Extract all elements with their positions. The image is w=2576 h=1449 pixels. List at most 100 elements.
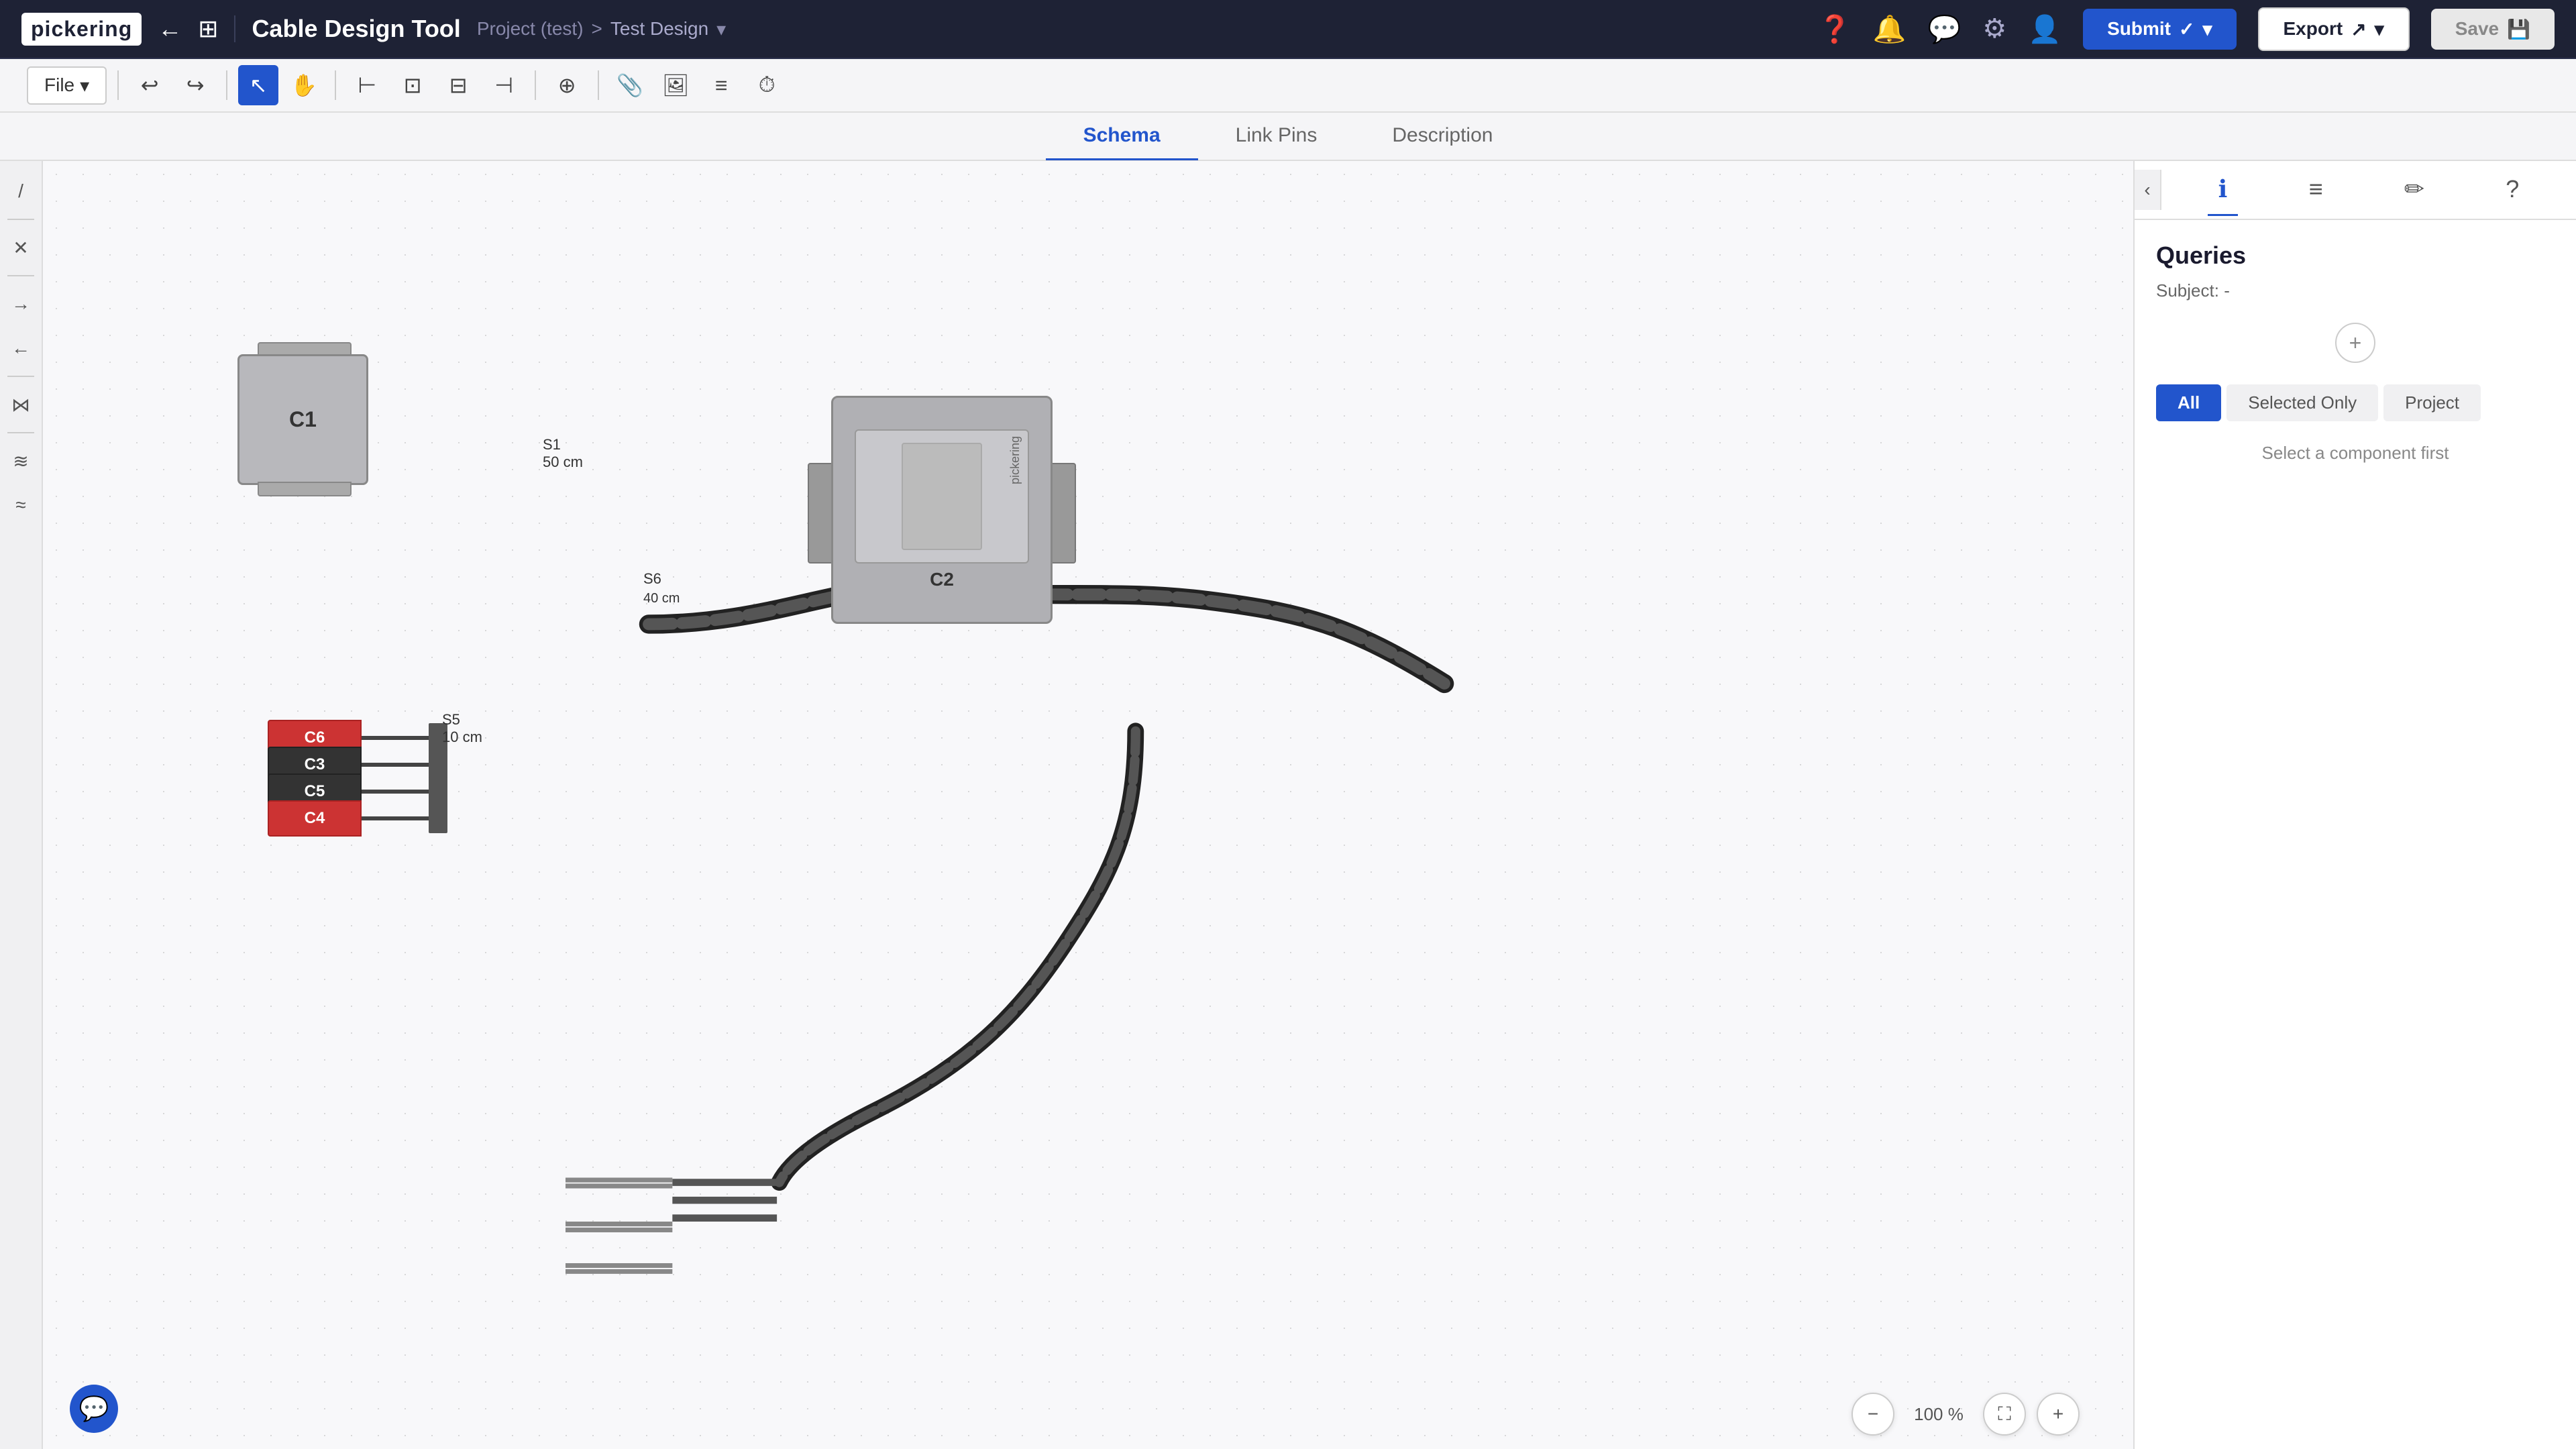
c4-label: C4	[305, 809, 325, 828]
panel-tab-help[interactable]: ?	[2495, 164, 2530, 216]
main-area: / ✕ → ← ⋈ ≋ ≈	[0, 161, 2576, 1449]
close-icon[interactable]: ✕	[4, 231, 38, 264]
logo[interactable]: pickering	[21, 13, 142, 46]
branch-icon[interactable]: ⋈	[4, 388, 38, 421]
export-arrow-icon: ↗	[2351, 18, 2366, 40]
fullscreen-button[interactable]: ⛶	[1983, 1393, 2026, 1436]
c2-label: C2	[930, 569, 954, 590]
component-c1[interactable]: C1	[237, 342, 372, 496]
panel-tab-edit[interactable]: ✏	[2394, 164, 2435, 216]
panel-title: Queries	[2156, 241, 2555, 270]
grid-button[interactable]: ⊞	[198, 15, 218, 43]
subject-label: Subject:	[2156, 280, 2219, 301]
pan-tool-button[interactable]: ✋	[284, 65, 324, 105]
c6-label: C6	[305, 729, 325, 747]
toolbar-separator-4	[535, 70, 536, 100]
left-sidebar: / ✕ → ← ⋈ ≋ ≈	[0, 161, 43, 1449]
c3-label: C3	[305, 755, 325, 774]
zoom-out-button[interactable]: −	[1851, 1393, 1894, 1436]
cable-s6-label: S6	[643, 570, 661, 588]
layers-icon[interactable]: ≡	[701, 65, 741, 105]
chat-icon[interactable]: 💬	[1928, 13, 1962, 45]
breadcrumb-design[interactable]: Test Design	[610, 18, 708, 40]
toolbar-separator-3	[335, 70, 336, 100]
sidebar-separator-3	[7, 376, 34, 377]
add-query-button[interactable]: +	[2335, 323, 2375, 363]
panel-header: ‹ ℹ ≡ ✏ ?	[2135, 161, 2576, 220]
file-chevron-icon: ▾	[80, 74, 89, 97]
right-panel: ‹ ℹ ≡ ✏ ? Queries Subject: - + All Selec…	[2133, 161, 2576, 1449]
save-button[interactable]: Save 💾	[2431, 9, 2555, 50]
breadcrumb-chevron-icon: ▾	[716, 18, 726, 40]
query-tabs: All Selected Only Project	[2156, 384, 2555, 421]
panel-hint: Select a component first	[2156, 443, 2555, 464]
tab-schema[interactable]: Schema	[1046, 112, 1198, 160]
toolbar: File ▾ ↩ ↪ ↖ ✋ ⊢ ⊡ ⊟ ⊣ ⊕ 📎 🖼 ≡ ⏱	[0, 59, 2576, 113]
toolbar-separator-2	[226, 70, 227, 100]
component-c2[interactable]: pickering C2	[808, 396, 1076, 631]
clip-icon[interactable]: 📎	[610, 65, 650, 105]
submit-check-icon: ✓	[2179, 18, 2194, 40]
save-label: Save	[2455, 18, 2499, 40]
breadcrumb-project[interactable]: Project (test)	[477, 18, 584, 40]
query-tab-all[interactable]: All	[2156, 384, 2221, 421]
align-right-button[interactable]: ⊣	[484, 65, 524, 105]
zoom-in-button[interactable]: +	[2037, 1393, 2080, 1436]
panel-subject: Subject: -	[2156, 280, 2555, 301]
component-button[interactable]: ⊕	[547, 65, 587, 105]
query-tab-selected-only[interactable]: Selected Only	[2226, 384, 2378, 421]
component-c4[interactable]: C4	[268, 800, 447, 837]
toolbar-separator-5	[598, 70, 599, 100]
back-button[interactable]: ←	[158, 15, 182, 43]
tab-description[interactable]: Description	[1354, 112, 1530, 160]
submit-label: Submit	[2107, 18, 2171, 40]
panel-content: Queries Subject: - + All Selected Only P…	[2135, 220, 2576, 1449]
c1-label: C1	[289, 407, 317, 432]
tabbar: Schema Link Pins Description	[0, 113, 2576, 161]
redo-button[interactable]: ↪	[175, 65, 215, 105]
tab-link-pins[interactable]: Link Pins	[1198, 112, 1355, 160]
image-icon[interactable]: 🖼	[655, 65, 696, 105]
c5-label: C5	[305, 782, 325, 801]
export-button[interactable]: Export ↗ ▾	[2258, 7, 2410, 51]
bell-icon[interactable]: 🔔	[1873, 13, 1907, 45]
draw-line-tool[interactable]: /	[4, 174, 38, 208]
canvas[interactable]: C1 pickering C2	[43, 161, 2133, 1449]
cable-s1-label: S1 50 cm	[543, 436, 583, 471]
breadcrumb: Project (test) > Test Design ▾	[477, 18, 726, 40]
history-icon[interactable]: ⏱	[747, 65, 787, 105]
sidebar-separator-4	[7, 432, 34, 433]
distribute-button[interactable]: ⊟	[438, 65, 478, 105]
user-icon[interactable]: 👤	[2028, 13, 2061, 45]
panel-tab-settings[interactable]: ≡	[2298, 164, 2334, 216]
nav-separator	[234, 15, 235, 42]
cable-s6-sublabel: 40 cm	[643, 589, 680, 606]
subject-value: -	[2224, 280, 2230, 301]
save-disk-icon: 💾	[2507, 18, 2530, 40]
help-icon[interactable]: ❓	[1818, 13, 1851, 45]
align-left-button[interactable]: ⊢	[347, 65, 387, 105]
undo-button[interactable]: ↩	[129, 65, 170, 105]
align-tool-button[interactable]: ⊡	[392, 65, 433, 105]
chat-bottom-icon[interactable]: 💬	[70, 1385, 118, 1433]
arrow-right-icon[interactable]: →	[4, 287, 38, 321]
toolbar-separator-1	[117, 70, 119, 100]
zoom-level: 100 %	[1905, 1404, 1972, 1425]
bottom-bar: − 100 % ⛶ +	[1851, 1393, 2080, 1436]
panel-tab-info[interactable]: ℹ	[2208, 164, 2239, 216]
bundle-icon[interactable]: ≋	[4, 444, 38, 478]
arrow-left-icon[interactable]: ←	[4, 331, 38, 365]
sidebar-separator-1	[7, 219, 34, 220]
sidebar-separator-2	[7, 275, 34, 276]
select-tool-button[interactable]: ↖	[238, 65, 278, 105]
wave-icon[interactable]: ≈	[4, 488, 38, 522]
file-menu-button[interactable]: File ▾	[27, 66, 107, 105]
export-label: Export	[2284, 18, 2343, 40]
submit-chevron-icon: ▾	[2202, 18, 2212, 40]
panel-collapse-button[interactable]: ‹	[2135, 170, 2161, 210]
gear-icon[interactable]: ⚙	[1982, 13, 2006, 44]
app-title: Cable Design Tool	[252, 15, 460, 43]
submit-button[interactable]: Submit ✓ ▾	[2083, 9, 2236, 50]
nav-actions: ❓ 🔔 💬 ⚙ 👤 Submit ✓ ▾ Export ↗ ▾ Save 💾	[1818, 7, 2555, 51]
query-tab-project[interactable]: Project	[2383, 384, 2481, 421]
